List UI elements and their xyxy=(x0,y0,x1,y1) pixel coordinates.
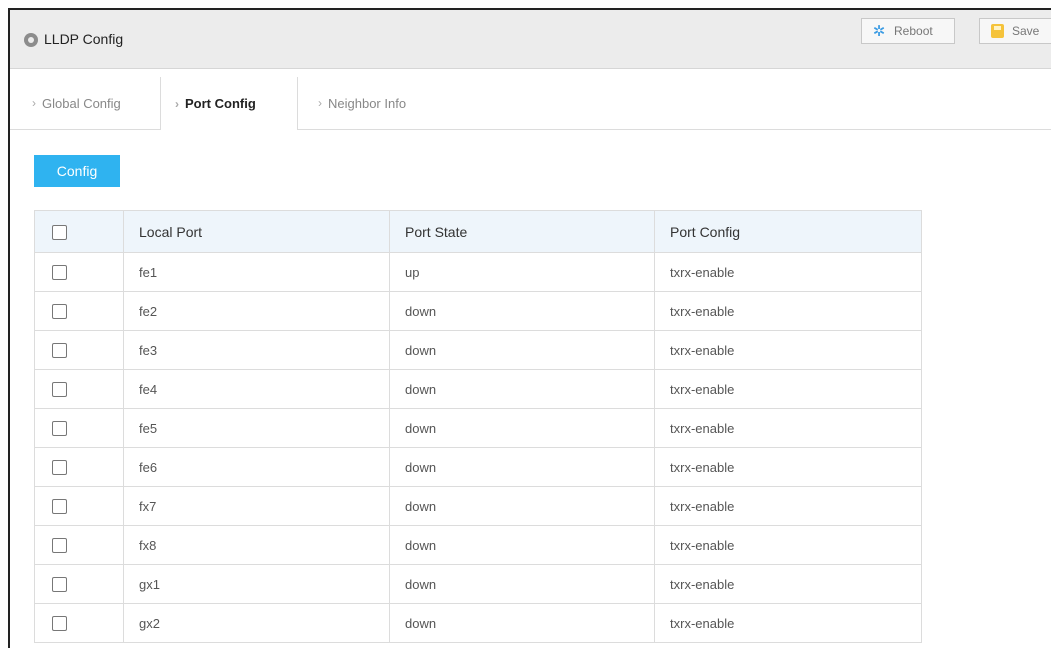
row-check-cell xyxy=(34,252,124,292)
port-config-cell: txrx-enable xyxy=(654,603,922,643)
port-state-cell: down xyxy=(389,369,655,409)
port-config-cell: txrx-enable xyxy=(654,330,922,370)
row-check-cell xyxy=(34,447,124,487)
row-checkbox[interactable] xyxy=(52,382,67,398)
circle-bullet-icon xyxy=(24,33,38,47)
chevron-right-icon: › xyxy=(318,96,322,110)
port-config-cell: txrx-enable xyxy=(654,447,922,487)
port-config-cell: txrx-enable xyxy=(654,486,922,526)
port-state-cell: down xyxy=(389,408,655,448)
table-row: fx7 down txrx-enable xyxy=(34,486,922,526)
tab-label: Global Config xyxy=(42,95,121,111)
header-port-state: Port State xyxy=(389,210,655,253)
row-check-cell xyxy=(34,408,124,448)
port-config-cell: txrx-enable xyxy=(654,564,922,604)
row-check-cell xyxy=(34,525,124,565)
table-row: fe2 down txrx-enable xyxy=(34,291,922,331)
title-bar: LLDP Config ✲ Reboot Save xyxy=(10,10,1051,69)
row-checkbox[interactable] xyxy=(52,616,67,632)
lldp-config-panel: LLDP Config ✲ Reboot Save › Global Confi… xyxy=(8,8,1051,648)
save-icon xyxy=(988,24,1006,38)
local-port-cell: fe5 xyxy=(123,408,390,448)
config-button[interactable]: Config xyxy=(34,155,120,187)
row-checkbox[interactable] xyxy=(52,265,67,281)
port-config-cell: txrx-enable xyxy=(654,291,922,331)
table-row: fe1 up txrx-enable xyxy=(34,252,922,292)
row-check-cell xyxy=(34,603,124,643)
row-check-cell xyxy=(34,564,124,604)
select-all-checkbox[interactable] xyxy=(52,224,67,240)
local-port-cell: fe4 xyxy=(123,369,390,409)
row-checkbox[interactable] xyxy=(52,499,67,515)
table-row: gx1 down txrx-enable xyxy=(34,564,922,604)
local-port-cell: fx7 xyxy=(123,486,390,526)
port-state-cell: down xyxy=(389,291,655,331)
tab-global-config[interactable]: › Global Config xyxy=(18,77,158,129)
port-config-cell: txrx-enable xyxy=(654,252,922,292)
port-state-cell: down xyxy=(389,330,655,370)
table-row: fe6 down txrx-enable xyxy=(34,447,922,487)
row-checkbox[interactable] xyxy=(52,460,67,476)
save-button[interactable]: Save xyxy=(979,18,1051,44)
tab-neighbor-info[interactable]: › Neighbor Info xyxy=(304,77,454,129)
row-checkbox[interactable] xyxy=(52,577,67,593)
reboot-label: Reboot xyxy=(894,24,933,38)
row-check-cell xyxy=(34,369,124,409)
port-state-cell: down xyxy=(389,525,655,565)
chevron-right-icon: › xyxy=(175,96,179,111)
chevron-right-icon: › xyxy=(32,96,36,110)
select-all-cell xyxy=(34,210,124,253)
port-config-cell: txrx-enable xyxy=(654,525,922,565)
reboot-spinner-icon: ✲ xyxy=(872,22,886,40)
port-state-cell: down xyxy=(389,564,655,604)
port-state-cell: up xyxy=(389,252,655,292)
row-checkbox[interactable] xyxy=(52,343,67,359)
tab-label: Neighbor Info xyxy=(328,95,407,111)
row-check-cell xyxy=(34,486,124,526)
port-state-cell: down xyxy=(389,486,655,526)
local-port-cell: fe2 xyxy=(123,291,390,331)
table-header-row: Local Port Port State Port Config xyxy=(34,210,922,253)
local-port-cell: gx2 xyxy=(123,603,390,643)
port-state-cell: down xyxy=(389,603,655,643)
header-local-port: Local Port xyxy=(123,210,390,253)
row-checkbox[interactable] xyxy=(52,538,67,554)
port-config-cell: txrx-enable xyxy=(654,408,922,448)
local-port-cell: fe3 xyxy=(123,330,390,370)
page-title: LLDP Config xyxy=(44,31,124,47)
row-checkbox[interactable] xyxy=(52,421,67,437)
row-checkbox[interactable] xyxy=(52,304,67,320)
table-row: fe5 down txrx-enable xyxy=(34,408,922,448)
reboot-button[interactable]: ✲ Reboot xyxy=(861,18,955,44)
port-config-cell: txrx-enable xyxy=(654,369,922,409)
port-table: Local Port Port State Port Config fe1 up… xyxy=(34,210,922,643)
header-port-config: Port Config xyxy=(654,210,922,253)
local-port-cell: fe1 xyxy=(123,252,390,292)
tab-bar: › Global Config › Port Config › Neighbor… xyxy=(10,77,1051,130)
table-row: fe4 down txrx-enable xyxy=(34,369,922,409)
local-port-cell: fx8 xyxy=(123,525,390,565)
table-row: fe3 down txrx-enable xyxy=(34,330,922,370)
port-state-cell: down xyxy=(389,447,655,487)
local-port-cell: fe6 xyxy=(123,447,390,487)
table-row: fx8 down txrx-enable xyxy=(34,525,922,565)
local-port-cell: gx1 xyxy=(123,564,390,604)
table-row: gx2 down txrx-enable xyxy=(34,603,922,643)
tab-port-config[interactable]: › Port Config xyxy=(160,77,298,130)
save-label: Save xyxy=(1012,24,1040,38)
row-check-cell xyxy=(34,291,124,331)
tab-label: Port Config xyxy=(185,96,256,111)
row-check-cell xyxy=(34,330,124,370)
